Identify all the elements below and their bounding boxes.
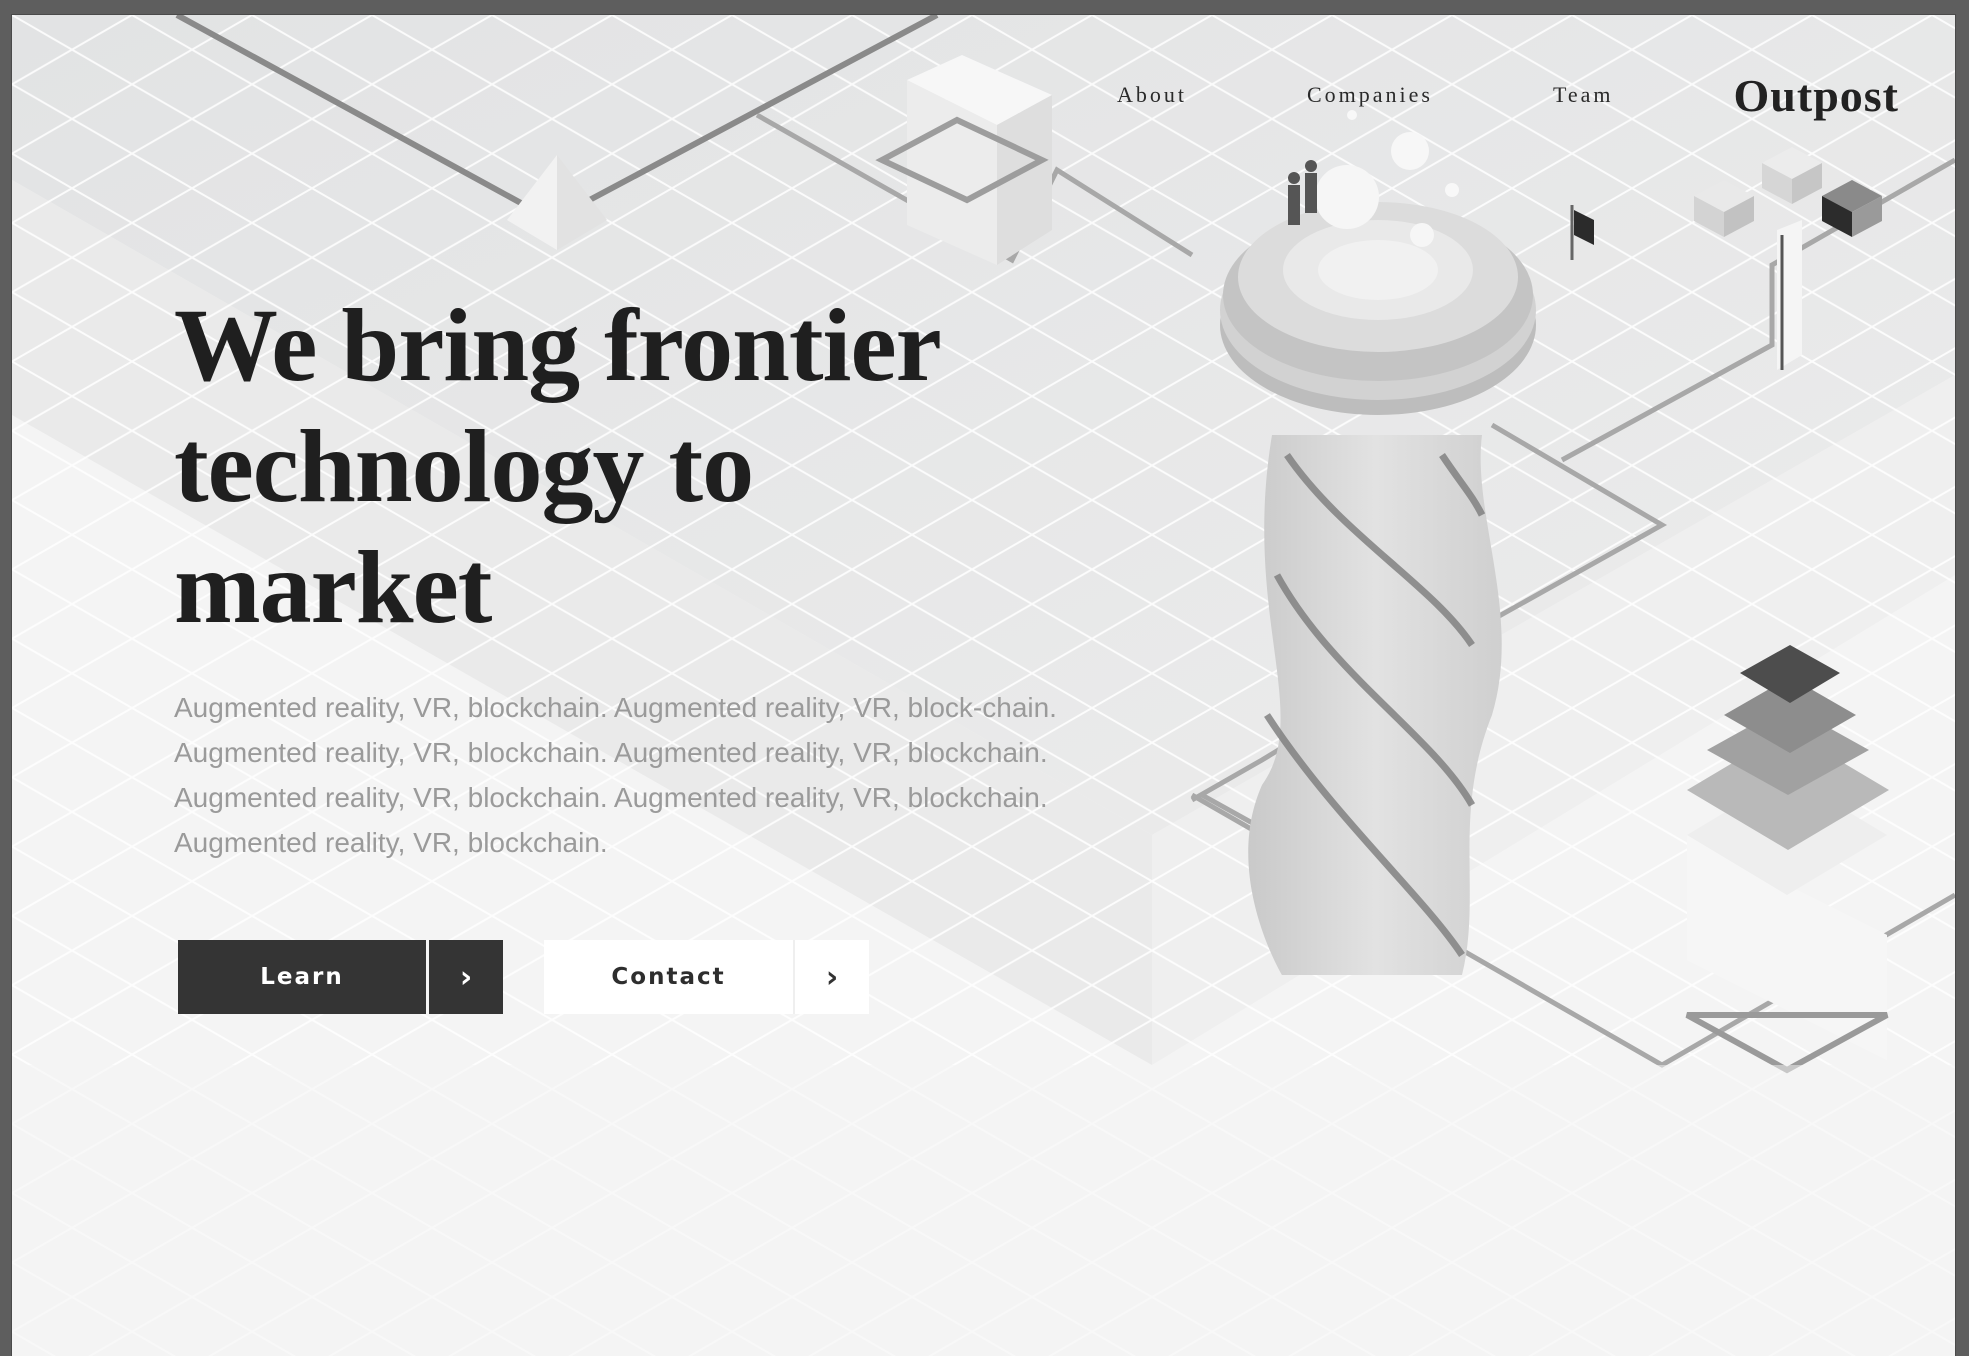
page-frame: About Companies Team Outpost We bring fr… (12, 15, 1955, 1356)
hero-subtitle: Augmented reality, VR, blockchain. Augme… (174, 692, 1057, 858)
learn-button[interactable]: Learn › (178, 940, 503, 1014)
learn-button-label: Learn (260, 964, 344, 990)
top-navigation: About Companies Team Outpost (1117, 65, 1899, 125)
nav-link-companies[interactable]: Companies (1307, 82, 1433, 108)
chevron-right-icon: › (426, 940, 503, 1014)
contact-button-label: Contact (611, 964, 726, 990)
contact-button[interactable]: Contact › (544, 940, 869, 1014)
chevron-right-icon: › (793, 940, 869, 1014)
nav-link-team[interactable]: Team (1553, 82, 1614, 108)
hero-title: We bring frontier technology to market (174, 288, 940, 645)
nav-link-about[interactable]: About (1117, 82, 1187, 108)
brand-logo[interactable]: Outpost (1734, 69, 1899, 122)
